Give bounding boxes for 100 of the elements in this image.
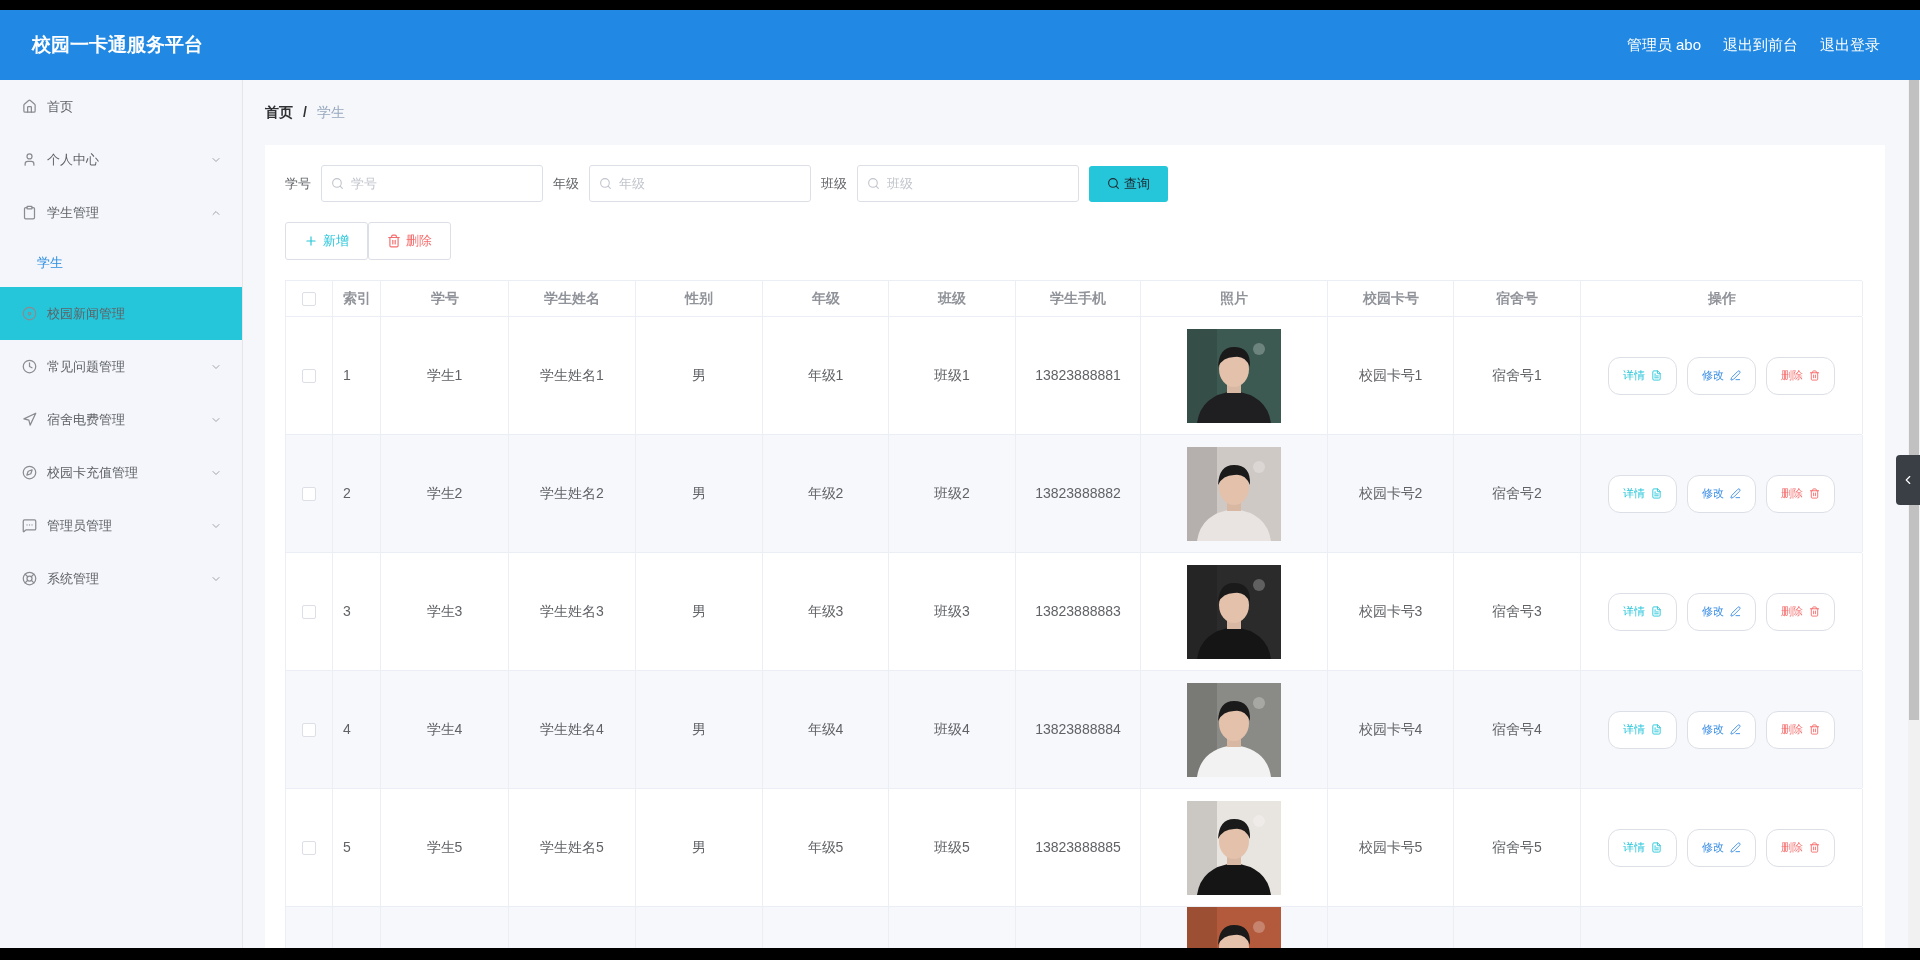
search-field[interactable]: 年级 [589, 165, 811, 202]
checkbox[interactable] [302, 291, 316, 306]
table-cell-text: 男 [692, 720, 706, 739]
table-cell-text: 班级2 [934, 484, 970, 503]
search-icon [331, 177, 344, 190]
menu-label: 系统管理 [47, 569, 100, 588]
breadcrumb-item[interactable]: 首页 [265, 102, 293, 123]
checkbox[interactable] [302, 722, 316, 737]
column-header: 校园卡号 [1328, 281, 1454, 316]
column-header: 操作 [1581, 281, 1863, 316]
detail-button[interactable]: 详情 [1608, 710, 1677, 749]
detail-button[interactable]: 详情 [1608, 592, 1677, 631]
header-link[interactable]: 管理员 abo [1626, 33, 1701, 57]
delete-button[interactable]: 删除 [1766, 710, 1835, 749]
search-field[interactable]: 班级 [857, 165, 1079, 202]
menu-label: 管理员管理 [47, 516, 113, 535]
table-cell-text: 13823888885 [1035, 838, 1121, 857]
checkbox[interactable] [302, 486, 316, 501]
table-cell-text: 13823888884 [1035, 720, 1121, 739]
table-cell-text: 校园卡号5 [1358, 838, 1423, 857]
add-button[interactable]: 新增 [285, 222, 368, 260]
column-header: 索引 [333, 281, 381, 316]
detail-button[interactable]: 详情 [1608, 828, 1677, 867]
trash-icon [387, 234, 401, 248]
menu-item[interactable]: 宿舍电费管理 [0, 393, 242, 446]
table-cell-text: 4 [343, 720, 351, 739]
column-header: 照片 [1141, 281, 1328, 316]
document-icon [1651, 724, 1662, 735]
query-button[interactable]: 查询 [1089, 165, 1168, 202]
menu-item[interactable]: 管理员管理 [0, 499, 242, 552]
table-cell-text: 5 [343, 838, 351, 857]
menu-item[interactable]: 校园新闻管理 [0, 287, 242, 340]
table-cell-text: 学生姓名3 [540, 602, 604, 621]
header-link[interactable]: 退出登录 [1820, 33, 1880, 57]
table-cell-text: 3 [343, 602, 351, 621]
delete-button[interactable]: 删除 [1766, 474, 1835, 513]
trash-icon [1809, 606, 1820, 617]
column-header: 年级 [763, 281, 889, 316]
table-cell-text: 学生5 [426, 838, 463, 857]
edit-button[interactable]: 修改 [1687, 592, 1756, 631]
menu-item[interactable]: 个人中心 [0, 133, 242, 186]
column-header: 班级 [889, 281, 1016, 316]
table-cell-text: 年级3 [807, 602, 844, 621]
menu-label: 学生管理 [47, 203, 100, 222]
table-cell-text: 宿舍号3 [1492, 602, 1542, 621]
table-cell-text: 校园卡号1 [1358, 366, 1423, 385]
menu-label: 校园新闻管理 [47, 304, 126, 323]
menu-item[interactable]: 常见问题管理 [0, 340, 242, 393]
menu-item[interactable]: 学生管理 [0, 186, 242, 239]
header-link[interactable]: 退出到前台 [1723, 33, 1798, 57]
trash-icon [1809, 488, 1820, 499]
edit-button[interactable]: 修改 [1687, 710, 1756, 749]
document-icon [1651, 370, 1662, 381]
clipboard-icon [22, 205, 37, 220]
scrollbar-thumb[interactable] [1909, 80, 1919, 720]
table-cell-text: 宿舍号4 [1492, 720, 1542, 739]
chat-icon [22, 518, 37, 533]
menu-item[interactable]: 首页 [0, 80, 242, 133]
delete-button[interactable]: 删除 [1766, 828, 1835, 867]
table-cell-text: 学生2 [426, 484, 463, 503]
table-cell-text: 年级5 [807, 838, 844, 857]
detail-button[interactable]: 详情 [1608, 356, 1677, 395]
edit-button[interactable]: 修改 [1687, 828, 1756, 867]
detail-button[interactable]: 详情 [1608, 474, 1677, 513]
navigation-icon [22, 412, 37, 427]
pencil-icon [1730, 724, 1741, 735]
table-cell-text: 男 [692, 838, 706, 857]
column-header: 宿舍号 [1454, 281, 1581, 316]
search-icon [1107, 177, 1120, 190]
field-label: 班级 [821, 174, 847, 193]
edit-button[interactable]: 修改 [1687, 474, 1756, 513]
menu-item[interactable]: 校园卡充值管理 [0, 446, 242, 499]
lifebuoy-icon [22, 571, 37, 586]
edit-button[interactable]: 修改 [1687, 356, 1756, 395]
compass-icon [22, 465, 37, 480]
breadcrumb-item: 学生 [316, 103, 345, 122]
table-cell-text: 校园卡号4 [1358, 720, 1423, 739]
table-cell-text: 学生3 [426, 602, 463, 621]
table-cell-text: 校园卡号3 [1358, 602, 1423, 621]
table-cell-text: 1 [343, 366, 351, 385]
table-cell-text: 班级1 [934, 366, 970, 385]
column-header: 学号 [381, 281, 509, 316]
checkbox[interactable] [302, 368, 316, 383]
clock-icon [22, 359, 37, 374]
table-cell-text: 学生姓名4 [540, 720, 604, 739]
pencil-icon [1730, 370, 1741, 381]
delete-button[interactable]: 删除 [1766, 356, 1835, 395]
delete-button[interactable]: 删除 [1766, 592, 1835, 631]
search-field[interactable]: 学号 [321, 165, 543, 202]
app-title: 校园一卡通服务平台 [32, 32, 203, 57]
delete-button[interactable]: 删除 [368, 222, 451, 260]
column-header: 学生姓名 [509, 281, 636, 316]
checkbox[interactable] [302, 604, 316, 619]
submenu-item[interactable]: 学生 [0, 239, 242, 287]
checkbox[interactable] [302, 840, 316, 855]
table-cell-text: 学生4 [426, 720, 463, 739]
column-header: 性别 [636, 281, 763, 316]
menu-item[interactable]: 系统管理 [0, 552, 242, 605]
document-icon [1651, 842, 1662, 853]
drawer-toggle[interactable] [1896, 455, 1920, 505]
